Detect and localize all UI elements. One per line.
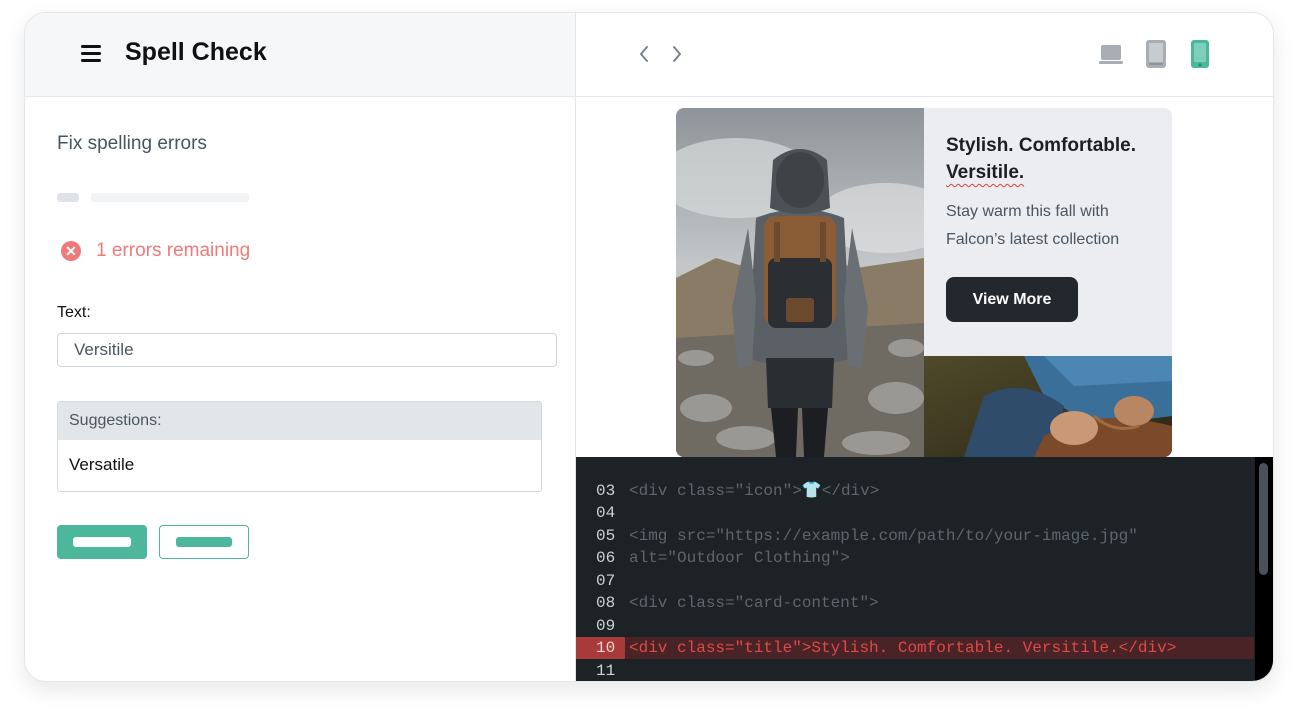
code-line-error[interactable]: 10 <div class="title">Stylish. Comfortabl… [576, 637, 1254, 659]
line-number: 05 [596, 527, 616, 545]
error-circle-icon: ✕ [61, 241, 81, 261]
card-title-text: Stylish. Comfortable. [946, 135, 1137, 156]
spell-check-panel: Spell Check Fix spelling errors ✕ 1 erro… [25, 13, 576, 681]
progress-track [91, 193, 249, 202]
line-number: 08 [596, 594, 616, 612]
app-window: Spell Check Fix spelling errors ✕ 1 erro… [24, 12, 1274, 682]
app-title: Spell Check [125, 38, 267, 66]
code-line: 03 <div class="icon">👕</div> [576, 480, 1254, 502]
line-number: 03 [596, 482, 616, 500]
error-status: 1 errors remaining [96, 240, 251, 261]
line-code: <div class="title">Stylish. Comfortable.… [629, 639, 1177, 657]
line-code: <div class="icon">👕</div> [629, 482, 880, 500]
card-subtitle: Stay warm this fall with Falcon’s latest… [946, 203, 1120, 248]
line-number: 10 [576, 637, 625, 659]
line-number: 07 [596, 572, 616, 590]
code-editor[interactable]: 03 <div class="icon">👕</div> 04 05 <img sr… [576, 457, 1273, 681]
line-number: 06 [596, 549, 616, 567]
hiker-image [676, 108, 924, 457]
line-code: <div class="card-content"> [629, 594, 879, 612]
view-more-button[interactable]: View More [946, 277, 1078, 322]
suggestions-box: Suggestions: Versatile [57, 401, 542, 492]
email-preview: Stylish. Comfortable. Versitile. Stay wa… [576, 97, 1273, 457]
progress-indicator [57, 193, 79, 202]
code-line: 04 [576, 502, 1254, 524]
product-card: Stylish. Comfortable. Versitile. Stay wa… [676, 108, 1172, 457]
code-line: 07 [576, 570, 1254, 592]
code-line: 09 [576, 615, 1254, 637]
boot-lacing-image [924, 356, 1172, 457]
suggestion-item[interactable]: Versatile [58, 440, 541, 490]
line-number: 04 [596, 504, 616, 522]
chevron-left-icon[interactable] [633, 41, 655, 67]
code-line: 05 <img src="https://example.com/path/to/… [576, 525, 1254, 547]
line-number: 11 [596, 662, 616, 680]
panel-header: Spell Check [25, 13, 575, 97]
line-code: alt="Outdoor Clothing"> [629, 549, 850, 567]
code-line: 06 alt="Outdoor Clothing"> [576, 547, 1254, 569]
code-line: 08 <div class="card-content"> [576, 592, 1254, 614]
card-title: Stylish. Comfortable. Versitile. [946, 132, 1161, 186]
hamburger-menu-icon[interactable] [81, 45, 101, 63]
mobile-icon[interactable] [1190, 39, 1210, 74]
tablet-icon[interactable] [1145, 39, 1167, 74]
chevron-right-icon[interactable] [666, 41, 688, 67]
text-label: Text: [57, 304, 91, 321]
accept-button[interactable] [57, 525, 147, 559]
line-number: 09 [596, 617, 616, 635]
suggestions-label: Suggestions: [58, 402, 541, 440]
laptop-icon[interactable] [1098, 43, 1124, 72]
card-content: Stylish. Comfortable. Versitile. Stay wa… [924, 108, 1172, 356]
task-title: Fix spelling errors [57, 133, 207, 154]
line-code: <img src="https://example.com/path/to/yo… [629, 527, 1138, 545]
preview-panel: Stylish. Comfortable. Versitile. Stay wa… [576, 13, 1273, 681]
misspelled-word[interactable]: Versitile. [946, 162, 1024, 183]
scrollbar-thumb[interactable] [1259, 463, 1268, 575]
preview-toolbar [576, 13, 1273, 97]
button-label-placeholder [176, 537, 232, 547]
text-input[interactable] [57, 333, 557, 367]
button-label-placeholder [73, 537, 131, 547]
code-line: 11 [576, 660, 1254, 681]
ignore-button[interactable] [159, 525, 249, 559]
